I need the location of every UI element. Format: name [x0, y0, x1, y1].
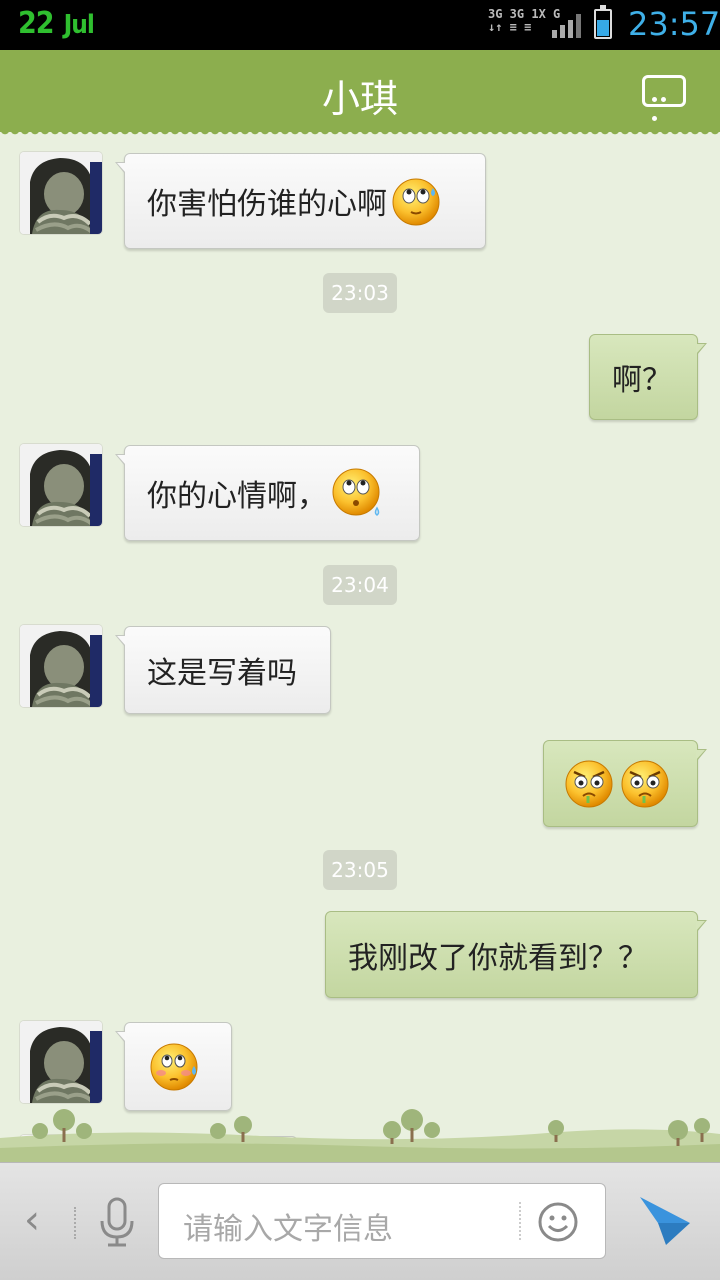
- incoming-message[interactable]: 你的心情啊，: [115, 445, 420, 541]
- network-indicators: 3G 3G 1X G ↓↑ ≡ ≡: [488, 7, 561, 34]
- message-text: 你的心情啊，: [147, 479, 327, 514]
- hills-decoration: [0, 1109, 720, 1162]
- message-text: 这是写着吗: [147, 656, 297, 691]
- avatar[interactable]: [20, 152, 102, 234]
- divider: [74, 1207, 78, 1239]
- send-icon[interactable]: [636, 1193, 694, 1249]
- blush-sweat-emoji-icon: [150, 1043, 198, 1090]
- avatar[interactable]: [20, 625, 102, 707]
- smiley-icon[interactable]: [537, 1201, 579, 1243]
- message-input[interactable]: 请输入文字信息: [158, 1183, 606, 1259]
- timestamp: 23:05: [323, 850, 397, 890]
- message-text: 你害怕伤谁的心啊: [147, 187, 387, 222]
- battery-icon: [594, 5, 612, 39]
- incoming-message[interactable]: 这是写着吗: [115, 626, 331, 714]
- status-bar: 22 Jul 3G 3G 1X G ↓↑ ≡ ≡ 23:57: [0, 0, 720, 50]
- message-text: 啊？: [612, 363, 672, 398]
- angry-drool-emoji-icon: [565, 760, 613, 807]
- outgoing-message[interactable]: 啊？: [589, 334, 707, 420]
- message-text: 我刚改了你就看到？？: [348, 940, 648, 976]
- divider: [519, 1202, 521, 1240]
- timestamp: 23:04: [323, 565, 397, 605]
- outgoing-message[interactable]: [543, 740, 707, 827]
- avatar[interactable]: [20, 1021, 102, 1103]
- outgoing-message[interactable]: 我刚改了你就看到？？: [325, 911, 707, 998]
- chat-title: 小琪: [321, 77, 398, 121]
- input-bar: ‹ 请输入文字信息: [0, 1162, 720, 1280]
- input-placeholder: 请输入文字信息: [183, 1212, 393, 1247]
- signal-icon: [552, 14, 581, 38]
- chat-area[interactable]: 你害怕伤谁的心啊 23:03 啊？ 你的心情啊， 23:04 这是写着吗 23:…: [0, 132, 720, 1162]
- more-dots-icon: [652, 87, 676, 121]
- more-button[interactable]: [642, 75, 686, 121]
- title-bar: 小琪: [0, 50, 720, 138]
- timestamp: 23:03: [323, 273, 397, 313]
- microphone-icon[interactable]: [96, 1197, 138, 1249]
- eyes-up-drop-emoji-icon: [332, 468, 380, 516]
- chevron-left-icon[interactable]: ‹: [24, 1197, 40, 1243]
- status-date: 22 Jul: [18, 6, 95, 41]
- incoming-message[interactable]: 你害怕伤谁的心啊: [115, 153, 486, 249]
- status-time: 23:57: [628, 5, 720, 43]
- sweat-eyes-up-emoji-icon: [392, 178, 440, 226]
- angry-drool-emoji-icon: [621, 760, 669, 807]
- avatar[interactable]: [20, 444, 102, 526]
